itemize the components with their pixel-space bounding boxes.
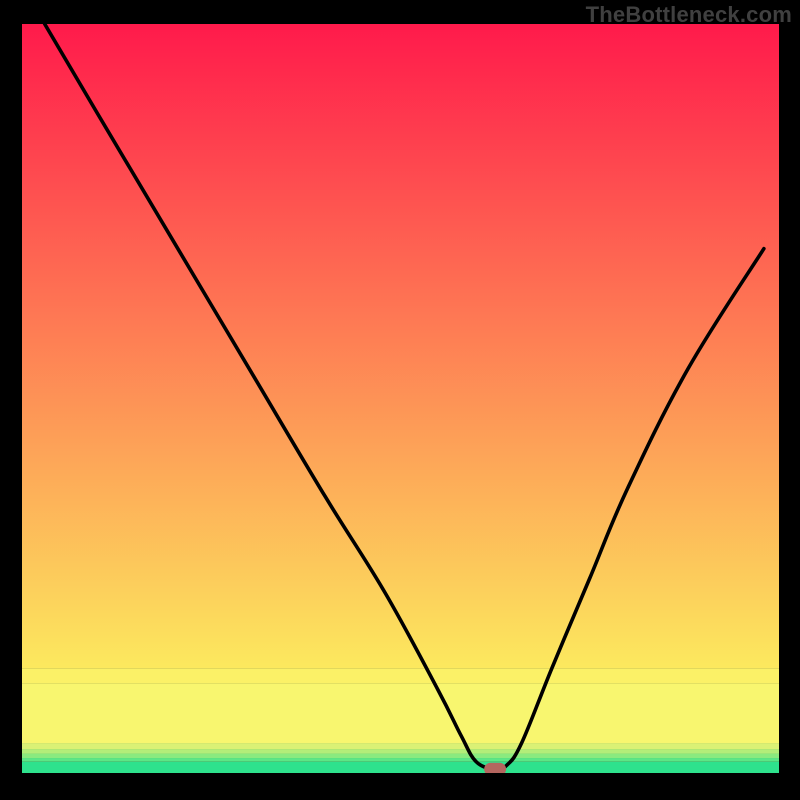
bottleneck-chart [0, 0, 800, 800]
watermark-label: TheBottleneck.com [586, 2, 792, 28]
plot-area [22, 24, 779, 776]
color-band [22, 762, 779, 773]
gradient-band [22, 24, 779, 668]
color-band [22, 749, 779, 753]
color-band [22, 683, 779, 743]
color-band [22, 754, 779, 758]
color-band [22, 758, 779, 762]
color-band [22, 668, 779, 683]
color-band [22, 743, 779, 749]
